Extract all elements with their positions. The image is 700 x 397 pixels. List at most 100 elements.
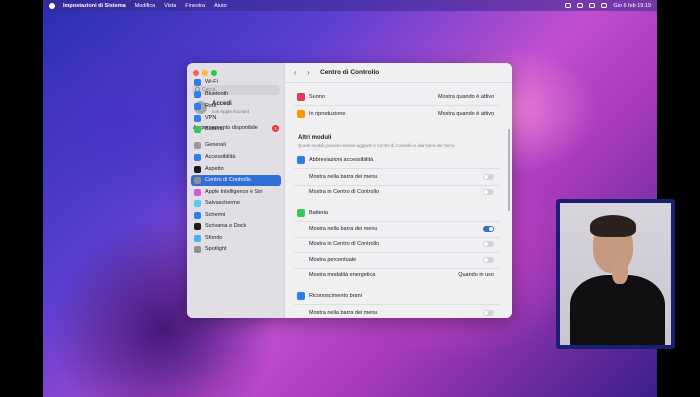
sidebar-item-vpn[interactable]: VPN	[191, 113, 281, 124]
battery-percent-row: Mostra percentuale	[294, 253, 500, 267]
sound-label: Suono	[309, 94, 325, 100]
sidebar-item-icon	[194, 223, 201, 230]
sidebar-item-batteria[interactable]: Batteria	[191, 124, 281, 135]
control-center-icon[interactable]	[601, 3, 608, 8]
sidebar-item-icon	[194, 246, 201, 253]
now-playing-row: In riproduzione Mostra quando è attivo	[294, 107, 500, 121]
menu-app-name[interactable]: Impostazioni di Sistema	[63, 3, 126, 9]
music-recognition-icon	[297, 292, 305, 300]
accessibility-header: Abbreviazioni accessibilità	[294, 153, 500, 167]
sidebar-item-apple-intelligence-e-siri[interactable]: Apple Intelligence e Siri	[191, 187, 281, 198]
sidebar-item-icon	[194, 126, 201, 133]
minimize-button[interactable]	[202, 70, 208, 76]
search-icon[interactable]	[589, 3, 596, 8]
sidebar-item-icon	[194, 115, 201, 122]
apple-menu-icon[interactable]	[49, 2, 55, 9]
wifi-icon[interactable]	[577, 3, 584, 8]
now-playing-label: In riproduzione	[309, 111, 346, 117]
option-label: Mostra nella barra dei menu	[309, 310, 378, 316]
sidebar-item-icon	[194, 154, 201, 161]
sidebar-item-label: Sfondo	[205, 235, 223, 241]
sidebar-item-label: Rete	[205, 103, 217, 109]
menu-finestra[interactable]: Finestra	[185, 3, 205, 9]
sound-icon	[297, 93, 305, 101]
page-title: Centro di Controllo	[320, 69, 380, 76]
scrollbar[interactable]	[508, 129, 510, 211]
sidebar-item-label: Bluetooth	[205, 91, 229, 97]
main-pane: ‹ › Centro di Controllo Suono Mostra qua…	[285, 63, 512, 318]
music-header: Riconoscimento brani	[294, 289, 500, 303]
sidebar-item-icon	[194, 189, 201, 196]
battery-title: Batteria	[309, 210, 328, 216]
menu-modifica[interactable]: Modifica	[135, 3, 155, 9]
battery-mode-row: Mostra modalità energetica Quando in uso	[294, 268, 500, 282]
sidebar-item-icon	[194, 166, 201, 173]
sidebar-item-label: Generali	[205, 142, 226, 148]
accessibility-menubar-row: Mostra nella barra dei menu	[294, 170, 500, 184]
sidebar-item-spotlight[interactable]: Spotlight	[191, 244, 281, 255]
sidebar-item-schermi[interactable]: Schermi	[191, 210, 281, 221]
sidebar-item-label: Accessibilità	[205, 154, 236, 160]
menu-bar: Impostazioni di Sistema Modifica Vista F…	[43, 0, 657, 11]
close-button[interactable]	[193, 70, 199, 76]
sound-row: Suono Mostra quando è attivo	[294, 90, 500, 104]
accessibility-icon	[297, 156, 305, 164]
zoom-button[interactable]	[211, 70, 217, 76]
now-playing-select[interactable]: Mostra quando è attivo	[438, 107, 494, 121]
sound-select[interactable]: Mostra quando è attivo	[438, 90, 494, 104]
sidebar: Cerca Accedi con Apple Account Aggiornam…	[187, 63, 285, 318]
status-icon[interactable]	[565, 3, 572, 8]
music-menubar-toggle[interactable]	[483, 310, 494, 316]
sidebar-item-label: Apple Intelligence e Siri	[205, 189, 263, 195]
accessibility-cc-row: Mostra in Centro di Controllo	[294, 185, 500, 199]
menu-vista[interactable]: Vista	[164, 3, 176, 9]
sidebar-item-accessibilit-[interactable]: Accessibilità	[191, 152, 281, 163]
forward-chevron-icon[interactable]: ›	[307, 68, 310, 77]
sidebar-item-label: Salvaschermo	[205, 200, 240, 206]
option-label: Mostra nella barra dei menu	[309, 174, 378, 180]
sidebar-item-wi-fi[interactable]: Wi-Fi	[191, 77, 281, 88]
option-label: Mostra in Centro di Controllo	[309, 241, 380, 247]
battery-cc-toggle[interactable]	[483, 241, 494, 247]
sidebar-item-label: Aspetto	[205, 166, 224, 172]
section-description: Questi moduli possono essere aggiunti a …	[298, 143, 456, 148]
music-title: Riconoscimento brani	[309, 293, 362, 299]
battery-menubar-toggle[interactable]	[483, 226, 494, 232]
sidebar-item-icon	[194, 200, 201, 207]
sidebar-item-icon	[194, 103, 201, 110]
webcam-overlay	[556, 199, 675, 349]
accessibility-cc-toggle[interactable]	[483, 189, 494, 195]
sidebar-item-bluetooth[interactable]: Bluetooth	[191, 89, 281, 100]
option-label: Mostra nella barra dei menu	[309, 226, 378, 232]
sidebar-item-salvaschermo[interactable]: Salvaschermo	[191, 198, 281, 209]
settings-window: Cerca Accedi con Apple Account Aggiornam…	[187, 63, 512, 318]
sidebar-item-icon	[194, 212, 201, 219]
sidebar-item-sfondo[interactable]: Sfondo	[191, 233, 281, 244]
now-playing-icon	[297, 110, 305, 118]
sidebar-item-icon	[194, 142, 201, 149]
sidebar-item-label: Scrivania e Dock	[205, 223, 247, 229]
accessibility-menubar-toggle[interactable]	[483, 174, 494, 180]
sidebar-item-icon	[194, 177, 201, 184]
clock[interactable]: Gio 6 feb 19:19	[613, 3, 651, 9]
sidebar-item-centro-di-controllo[interactable]: Centro di Controllo	[191, 175, 281, 186]
back-chevron-icon[interactable]: ‹	[294, 68, 297, 77]
battery-percent-toggle[interactable]	[483, 257, 494, 263]
sidebar-item-label: Batteria	[205, 126, 224, 132]
battery-cc-row: Mostra in Centro di Controllo	[294, 237, 500, 251]
option-label: Mostra in Centro di Controllo	[309, 189, 380, 195]
battery-mode-select[interactable]: Quando in uso	[458, 268, 494, 282]
sidebar-item-generali[interactable]: Generali	[191, 140, 281, 151]
battery-menubar-row: Mostra nella barra dei menu	[294, 222, 500, 236]
menu-aiuto[interactable]: Aiuto	[214, 3, 227, 9]
sidebar-item-rete[interactable]: Rete	[191, 101, 281, 112]
sidebar-item-aspetto[interactable]: Aspetto	[191, 164, 281, 175]
title-bar: ‹ › Centro di Controllo	[285, 63, 512, 83]
sidebar-item-scrivania-e-dock[interactable]: Scrivania e Dock	[191, 221, 281, 232]
battery-icon	[297, 209, 305, 217]
sidebar-item-label: Wi-Fi	[205, 79, 218, 85]
option-label: Mostra modalità energetica	[309, 272, 376, 278]
music-menubar-row: Mostra nella barra dei menu	[294, 306, 500, 318]
sidebar-item-icon	[194, 235, 201, 242]
battery-header: Batteria	[294, 206, 500, 220]
